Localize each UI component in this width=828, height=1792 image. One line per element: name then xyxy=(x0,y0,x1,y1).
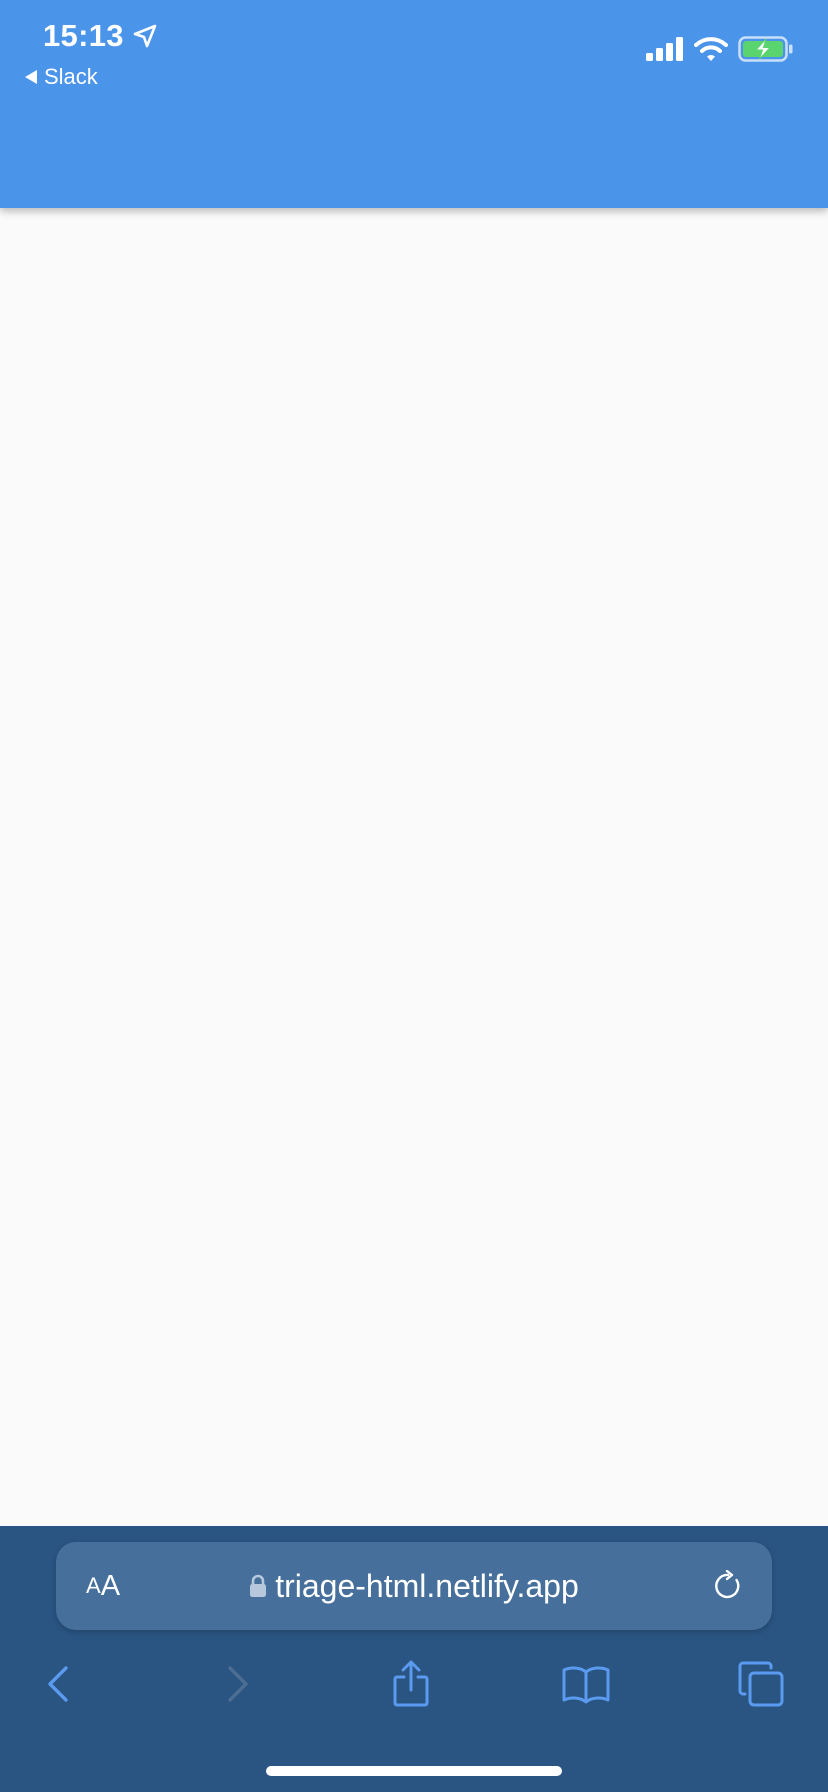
back-icon xyxy=(48,1666,68,1702)
browser-toolbar: AA triage-html.netlify.app xyxy=(0,1526,828,1792)
status-icons xyxy=(646,34,794,64)
reload-icon xyxy=(715,1570,740,1599)
app-header: 15:13 Slack xyxy=(0,0,828,208)
tabs-icon xyxy=(738,1661,784,1707)
screen: 15:13 Slack A A triage-html.netlify.app xyxy=(0,0,828,1792)
status-time: 15:13 xyxy=(43,16,158,56)
bookmarks-button[interactable] xyxy=(551,1644,621,1724)
wifi-icon xyxy=(694,37,728,61)
url-text: triage-html.netlify.app xyxy=(275,1567,579,1604)
url-display[interactable]: triage-html.netlify.app xyxy=(56,1542,772,1630)
cellular-signal-icon xyxy=(646,37,683,61)
page-content xyxy=(0,208,828,1526)
bookmarks-icon xyxy=(562,1666,610,1704)
home-indicator[interactable] xyxy=(266,1766,562,1776)
forward-icon xyxy=(228,1666,248,1702)
address-bar[interactable]: AA triage-html.netlify.app xyxy=(56,1542,772,1630)
location-arrow-icon xyxy=(133,24,157,48)
tabs-button[interactable] xyxy=(726,1644,796,1724)
forward-button[interactable] xyxy=(202,1644,272,1724)
back-button[interactable] xyxy=(24,1644,94,1724)
share-icon xyxy=(393,1660,429,1707)
status-time-text: 15:13 xyxy=(43,18,124,53)
reload-button[interactable] xyxy=(710,1568,746,1604)
share-button[interactable] xyxy=(376,1644,446,1724)
back-triangle-icon xyxy=(25,70,37,84)
lock-icon xyxy=(250,1574,267,1597)
back-to-app-button[interactable]: Slack xyxy=(24,62,98,92)
navigation-toolbar xyxy=(0,1644,828,1724)
battery-charging-icon xyxy=(738,36,793,62)
back-to-app-label: Slack xyxy=(44,64,98,89)
